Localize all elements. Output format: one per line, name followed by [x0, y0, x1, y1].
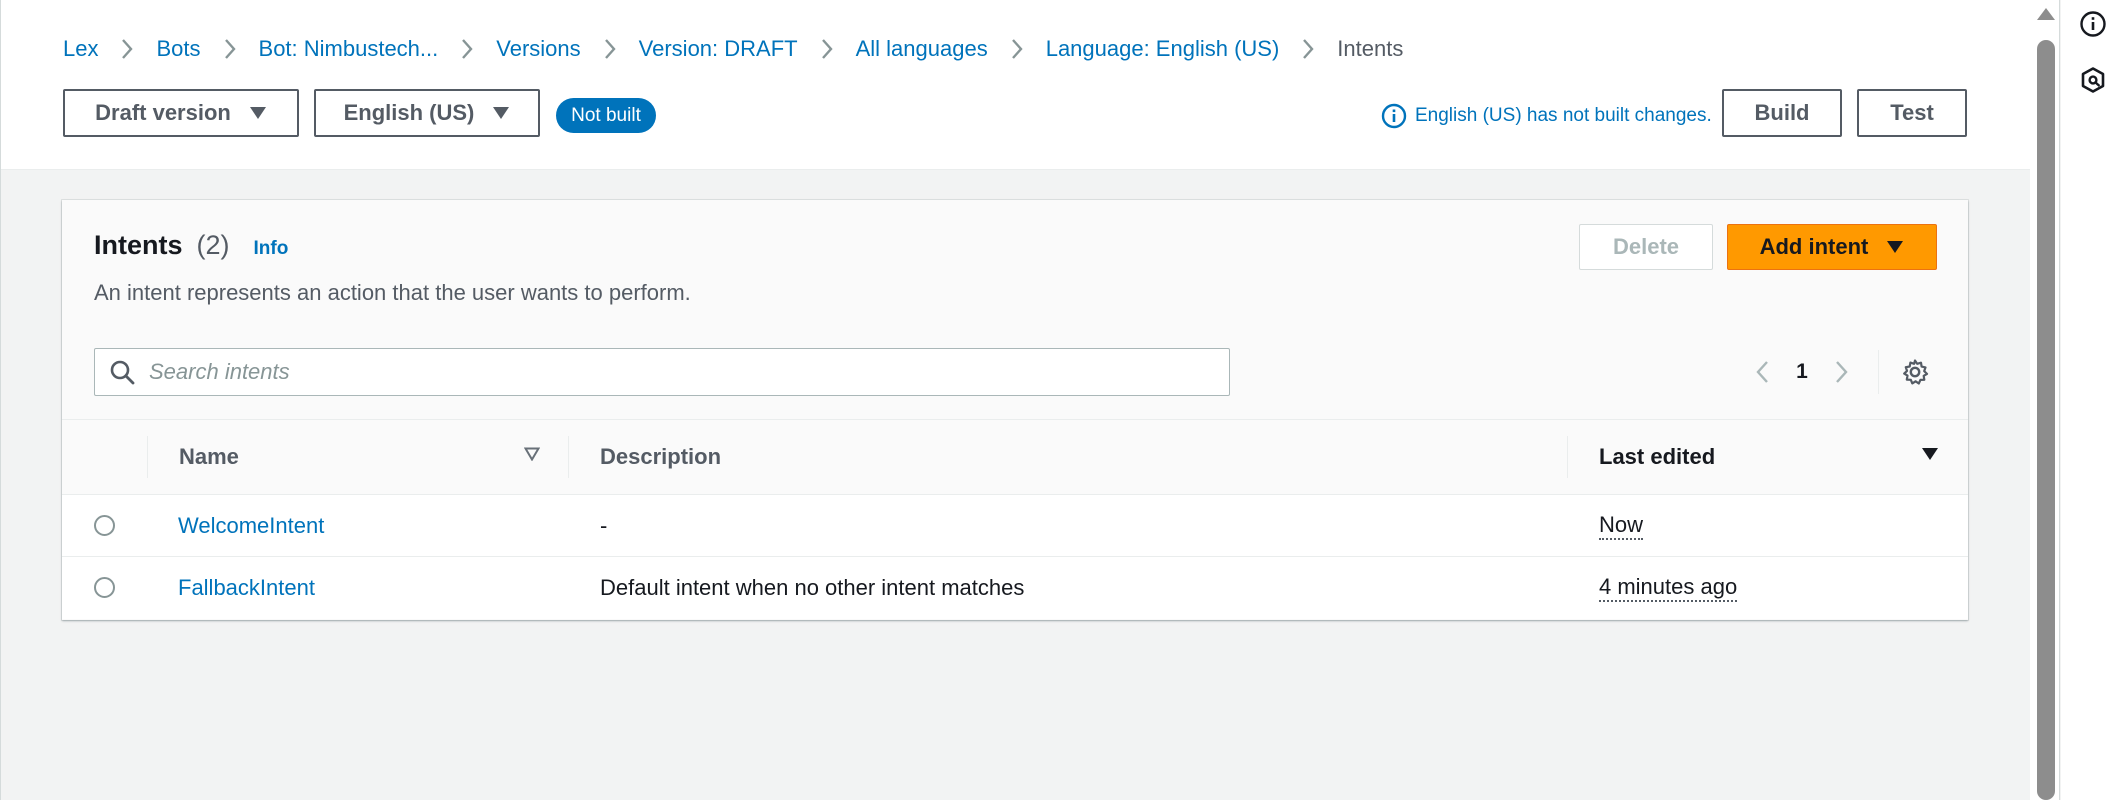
build-button[interactable]: Build	[1722, 89, 1842, 137]
panel-description: An intent represents an action that the …	[94, 280, 691, 305]
build-status-text: English (US) has not built changes.	[1415, 105, 1712, 126]
sort-triangle-filled-icon[interactable]	[1921, 447, 1939, 461]
search-input[interactable]	[149, 359, 1199, 385]
current-page[interactable]: 1	[1782, 360, 1822, 384]
breadcrumb-item-intents: Intents	[1337, 36, 1404, 61]
breadcrumb-item-all-languages[interactable]: All languages	[856, 36, 988, 62]
breadcrumb-item-language[interactable]: Language: English (US)	[1046, 36, 1280, 62]
intent-last-edited: 4 minutes ago	[1599, 557, 1738, 619]
chevron-right-icon	[438, 34, 496, 64]
hexagon-icon[interactable]	[2079, 66, 2107, 94]
intent-name-link[interactable]: WelcomeIntent	[178, 495, 324, 557]
build-status-badge: Not built	[556, 98, 656, 133]
breadcrumb: Lex Bots Bot: Nimbustech... Versions Ver…	[63, 34, 1403, 64]
column-divider	[1567, 436, 1568, 478]
table-header: Name Description Last edited	[62, 419, 1968, 495]
chevron-right-icon	[98, 34, 156, 64]
caret-down-icon	[249, 106, 267, 120]
last-edited-time[interactable]: 4 minutes ago	[1599, 574, 1738, 602]
scroll-up-arrow-icon[interactable]	[2036, 6, 2056, 22]
right-side-panel	[2061, 0, 2122, 800]
vertical-scrollbar[interactable]	[2030, 0, 2060, 800]
table-row: FallbackIntent Default intent when no ot…	[62, 557, 1968, 619]
intent-count: (2)	[196, 230, 230, 260]
search-icon	[110, 360, 135, 385]
chevron-right-icon	[988, 34, 1046, 64]
version-dropdown-label: Draft version	[95, 100, 231, 125]
breadcrumb-item-version[interactable]: Version: DRAFT	[639, 36, 798, 62]
intents-panel: Intents (2) Info An intent represents an…	[62, 200, 1968, 620]
table-row: WelcomeIntent - Now	[62, 495, 1968, 557]
chevron-right-icon	[201, 34, 259, 64]
version-dropdown[interactable]: Draft version	[63, 89, 299, 137]
language-dropdown-label: English (US)	[343, 100, 475, 125]
info-circle-icon[interactable]	[2079, 10, 2107, 38]
chevron-right-icon	[798, 34, 856, 64]
pagination: 1	[1742, 348, 1935, 396]
column-header-description[interactable]: Description	[600, 420, 721, 494]
breadcrumb-item-bots[interactable]: Bots	[156, 36, 200, 62]
chevron-right-icon[interactable]	[1822, 352, 1862, 392]
main-content: Lex Bots Bot: Nimbustech... Versions Ver…	[0, 0, 2031, 800]
language-dropdown[interactable]: English (US)	[314, 89, 540, 137]
scrollbar-thumb[interactable]	[2037, 40, 2055, 800]
gear-icon[interactable]	[1895, 352, 1935, 392]
panel-title: Intents	[94, 230, 183, 260]
pager-divider	[1878, 350, 1879, 394]
info-circle-icon	[1381, 103, 1407, 129]
build-status-message: English (US) has not built changes.	[1381, 100, 1712, 132]
add-intent-button[interactable]: Add intent	[1727, 224, 1937, 270]
chevron-right-icon	[581, 34, 639, 64]
chevron-right-icon	[1279, 34, 1337, 64]
header-area: Lex Bots Bot: Nimbustech... Versions Ver…	[1, 0, 2031, 170]
panel-header: Intents (2) Info	[94, 230, 288, 261]
row-select-radio[interactable]	[94, 577, 115, 598]
intents-table: Name Description Last edited WelcomeInte…	[62, 419, 1968, 619]
caret-down-icon	[492, 106, 510, 120]
caret-down-icon	[1886, 240, 1904, 254]
column-divider	[147, 436, 148, 478]
intent-last-edited: Now	[1599, 495, 1644, 557]
info-link[interactable]: Info	[254, 238, 289, 260]
intent-name-link[interactable]: FallbackIntent	[178, 557, 315, 619]
row-select-radio[interactable]	[94, 515, 115, 536]
breadcrumb-item-versions[interactable]: Versions	[496, 36, 580, 62]
table-body: WelcomeIntent - Now FallbackIntent Defau…	[62, 495, 1968, 619]
add-intent-label: Add intent	[1759, 234, 1869, 259]
intent-description: Default intent when no other intent matc…	[600, 575, 1025, 600]
column-header-last-edited[interactable]: Last edited	[1599, 420, 1715, 494]
chevron-left-icon[interactable]	[1742, 352, 1782, 392]
test-button[interactable]: Test	[1857, 89, 1967, 137]
sort-triangle-outline-icon[interactable]	[524, 447, 540, 461]
column-header-name[interactable]: Name	[179, 420, 239, 494]
delete-button[interactable]: Delete	[1579, 224, 1713, 270]
breadcrumb-item-lex[interactable]: Lex	[63, 36, 98, 62]
search-box	[94, 348, 1230, 396]
intent-description: -	[600, 513, 608, 538]
column-divider	[568, 436, 569, 478]
last-edited-time[interactable]: Now	[1599, 512, 1644, 540]
breadcrumb-item-bot[interactable]: Bot: Nimbustech...	[259, 36, 439, 62]
